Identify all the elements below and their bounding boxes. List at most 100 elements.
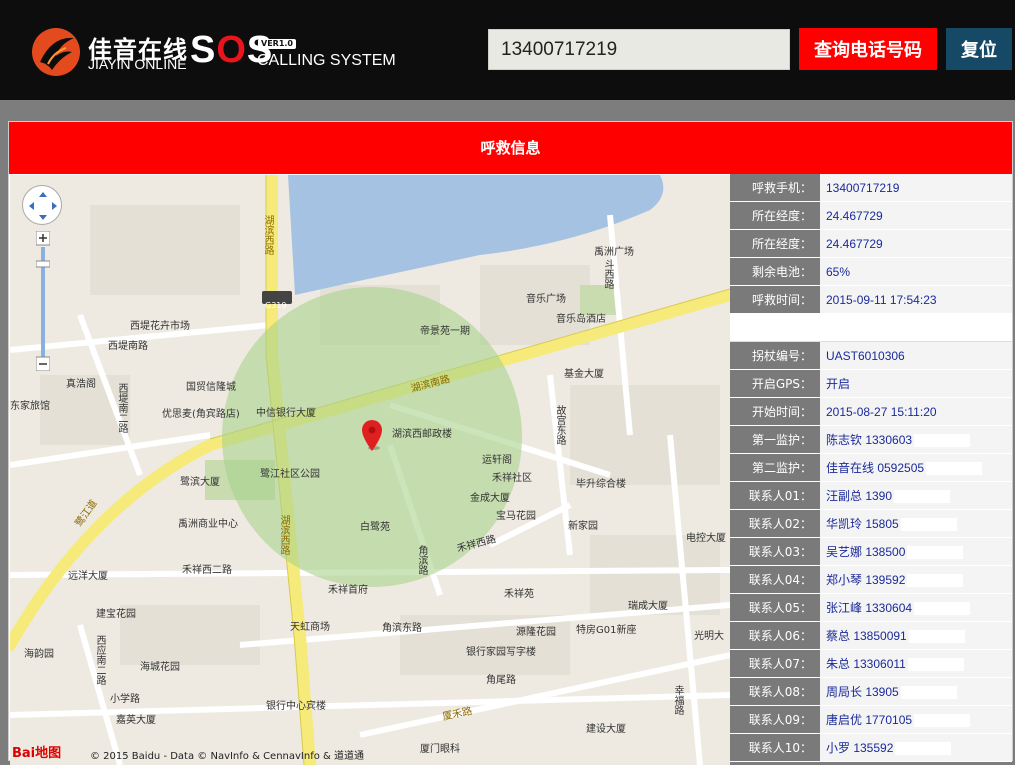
info-value-text: 65%	[826, 265, 851, 279]
map-label: 白鹭苑	[360, 522, 390, 533]
info-label: 联系人06：	[730, 622, 820, 649]
header: 佳音在线 JIAYIN ONLINE SOS VER1.0 CALLING SY…	[0, 0, 1015, 100]
map-label: 基金大厦	[564, 369, 604, 380]
query-phone-button[interactable]: 查询电话号码	[799, 28, 937, 70]
info-value-text: 24.467729	[826, 237, 883, 251]
info-value: 开启	[820, 370, 1012, 397]
info-label: 拐杖编号：	[730, 342, 820, 369]
info-value-text: 蔡总 13850091	[826, 629, 907, 643]
info-row: 联系人08： 周局长 13905	[730, 678, 1012, 706]
brand-en: JIAYIN ONLINE	[88, 56, 187, 72]
reset-button[interactable]: 复位	[946, 28, 1012, 70]
sos-letter-s1: S	[190, 29, 217, 71]
info-value: 24.467729	[820, 202, 1012, 229]
map-label: 禾祥首府	[328, 585, 368, 596]
map-view[interactable]: G319 湖滨西路 西堤花卉市场 西堤南路 真浩阁 国贸信隆城 优思麦(角宾路店…	[10, 175, 730, 765]
redaction-mask	[914, 602, 971, 616]
info-label: 第二监护：	[730, 454, 820, 481]
redaction-mask	[908, 630, 965, 644]
info-row: 联系人06： 蔡总 13850091	[730, 622, 1012, 650]
map-label: 嘉英大厦	[116, 715, 156, 726]
map-label: 禾祥西二路	[182, 565, 232, 576]
info-label: 剩余电池：	[730, 258, 820, 285]
map-label: 金成大厦	[470, 493, 510, 504]
map-label: 鹭滨大厦	[180, 477, 220, 488]
map-label: 建宝花园	[96, 609, 136, 620]
map-label: 银行家园写字楼	[466, 647, 536, 658]
map-label: 优思麦(角宾路店)	[162, 409, 240, 420]
info-value: 唐启优 1770105	[820, 706, 1012, 733]
map-label: 湖滨西路	[262, 215, 273, 255]
map-label: 角滨路	[416, 545, 427, 575]
info-value-text: 郑小琴 139592	[826, 573, 906, 587]
info-value: 13400717219	[820, 174, 1012, 201]
redaction-mask	[914, 434, 971, 448]
redaction-mask	[900, 686, 957, 700]
info-value: 小罗 135592	[820, 734, 1012, 761]
info-row: 联系人01： 汪副总 1390	[730, 482, 1012, 510]
map-label: 瑞成大厦	[628, 601, 668, 612]
info-label: 联系人09：	[730, 706, 820, 733]
info-value: UAST6010306	[820, 342, 1012, 369]
info-label: 开始时间：	[730, 398, 820, 425]
map-label: 海韵园	[24, 649, 54, 660]
map-label: 毕升综合楼	[576, 479, 626, 490]
map-label: 源隆花园	[516, 627, 556, 638]
map-canvas[interactable]	[10, 175, 730, 765]
map-copyright: © 2015 Baidu - Data © NavInfo & CennavIn…	[90, 751, 365, 762]
info-value: 周局长 13905	[820, 678, 1012, 705]
info-value: 吴艺娜 138500	[820, 538, 1012, 565]
sos-letter-o: O	[216, 29, 247, 71]
info-label: 联系人07：	[730, 650, 820, 677]
info-value: 2015-09-11 17:54:23	[820, 286, 1012, 313]
info-value: 佳音在线 0592505	[820, 454, 1012, 481]
info-value: 汪副总 1390	[820, 482, 1012, 509]
info-value: 朱总 13306011	[820, 650, 1012, 677]
info-label: 联系人01：	[730, 482, 820, 509]
info-label: 呼救手机：	[730, 174, 820, 201]
info-row: 所在经度： 24.467729	[730, 230, 1012, 258]
info-row: 第一监护： 陈志钦 1330603	[730, 426, 1012, 454]
map-label: 国贸信隆城	[186, 382, 236, 393]
map-label: 天虹商场	[290, 622, 330, 633]
map-label: 光明大	[694, 631, 724, 642]
info-label: 联系人03：	[730, 538, 820, 565]
info-value-text: 朱总 13306011	[826, 657, 906, 671]
info-value: 65%	[820, 258, 1012, 285]
info-row: 开启GPS： 开启	[730, 370, 1012, 398]
map-pan-icon[interactable]	[22, 185, 62, 225]
info-value-text: 小罗 135592	[826, 741, 894, 755]
map-label: 故宫东路	[554, 405, 565, 445]
info-row: 联系人05： 张江峰 1330604	[730, 594, 1012, 622]
info-value: 24.467729	[820, 230, 1012, 257]
info-row: 联系人10： 小罗 135592	[730, 734, 1012, 762]
map-label: 幸福路	[672, 685, 683, 715]
info-row: 呼救手机： 13400717219	[730, 174, 1012, 202]
map-label: 真浩阁	[66, 379, 96, 390]
info-value-text: 2015-08-27 15:11:20	[826, 405, 937, 419]
map-label: 西堤南路	[108, 341, 148, 352]
redaction-mask	[907, 574, 964, 588]
info-label: 联系人02：	[730, 510, 820, 537]
info-value-text: 佳音在线 0592505	[826, 461, 925, 475]
version-badge: VER1.0	[258, 39, 296, 49]
info-row: 剩余电池： 65%	[730, 258, 1012, 286]
map-label: 禾祥社区	[492, 473, 532, 484]
map-label: 角尾路	[486, 675, 516, 686]
rescue-info-panel: 呼救信息 G319 湖滨西路 西堤花卉市场 西堤南路 真浩阁 国贸信隆城 优思麦…	[8, 121, 1013, 765]
map-zoom-icon[interactable]	[36, 231, 50, 371]
redaction-mask	[926, 462, 983, 476]
phone-input[interactable]	[488, 29, 790, 70]
info-value-text: 13400717219	[826, 181, 900, 195]
info-value-text: 吴艺娜 138500	[826, 545, 906, 559]
map-label: 特房G01新座	[576, 625, 637, 636]
info-row: 联系人03： 吴艺娜 138500	[730, 538, 1012, 566]
info-label: 联系人10：	[730, 734, 820, 761]
info-value-text: 开启	[826, 377, 851, 391]
info-label: 所在经度：	[730, 202, 820, 229]
redaction-mask	[895, 742, 952, 756]
baidu-map-logo: Bai地图	[12, 746, 62, 761]
map-label: 音乐岛酒店	[556, 314, 606, 325]
map-label: 音乐广场	[526, 294, 566, 305]
map-label: 银行中心宾楼	[266, 701, 326, 712]
